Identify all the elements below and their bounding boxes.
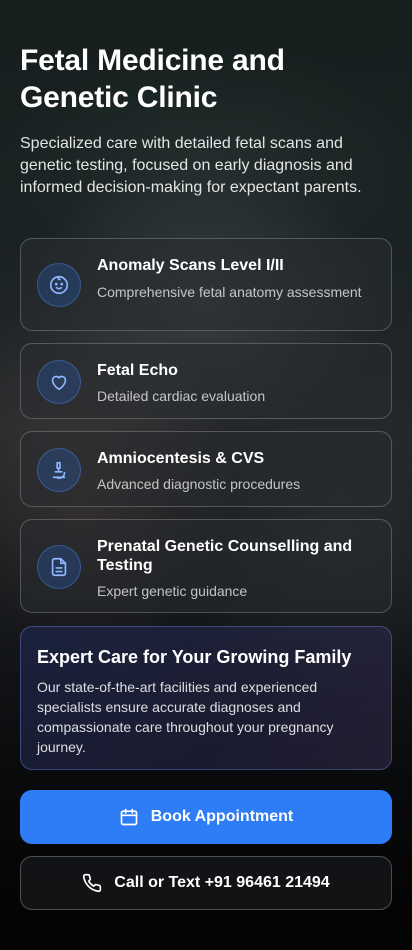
book-appointment-button[interactable]: Book Appointment: [20, 790, 392, 844]
service-title: Fetal Echo: [97, 362, 178, 379]
promo-text: Our state-of-the-art facilities and expe…: [37, 679, 334, 755]
service-description: Detailed cardiac evaluation: [97, 388, 266, 404]
service-title: Amniocentesis & CVS: [97, 450, 265, 467]
service-description: Expert genetic guidance: [97, 583, 248, 599]
service-card-fetal-echo[interactable]: Fetal Echo Detailed cardiac evaluation: [20, 343, 392, 419]
microscope-icon: [37, 448, 81, 492]
document-icon: [37, 545, 81, 589]
service-description: Comprehensive fetal anatomy assessment: [97, 284, 362, 300]
phone-icon: [82, 873, 102, 893]
promo-card: Expert Care for Your Growing Family Our …: [20, 626, 392, 770]
page-title: Fetal Medicine and Genetic Clinic: [20, 44, 285, 114]
book-appointment-label: Book Appointment: [150, 808, 294, 825]
baby-face-icon: [37, 263, 81, 307]
call-label: Call or Text +91 96461 21494: [114, 874, 330, 891]
promo-title: Expert Care for Your Growing Family: [37, 647, 352, 667]
service-card-genetic-counselling[interactable]: Prenatal Genetic Counselling and Testing…: [20, 519, 392, 613]
service-card-amniocentesis[interactable]: Amniocentesis & CVS Advanced diagnostic …: [20, 431, 392, 507]
page-content: Fetal Medicine and Genetic Clinic Specia…: [0, 0, 412, 950]
service-description: Advanced diagnostic procedures: [97, 476, 301, 492]
service-title: Prenatal Genetic Counselling and Testing: [97, 538, 353, 574]
calendar-icon: [119, 807, 139, 827]
page-subtitle: Specialized care with detailed fetal sca…: [20, 135, 362, 196]
service-title: Anomaly Scans Level I/II: [97, 257, 284, 274]
call-button[interactable]: Call or Text +91 96461 21494: [20, 856, 392, 910]
service-card-anomaly-scans[interactable]: Anomaly Scans Level I/II Comprehensive f…: [20, 238, 392, 331]
heart-icon: [37, 360, 81, 404]
